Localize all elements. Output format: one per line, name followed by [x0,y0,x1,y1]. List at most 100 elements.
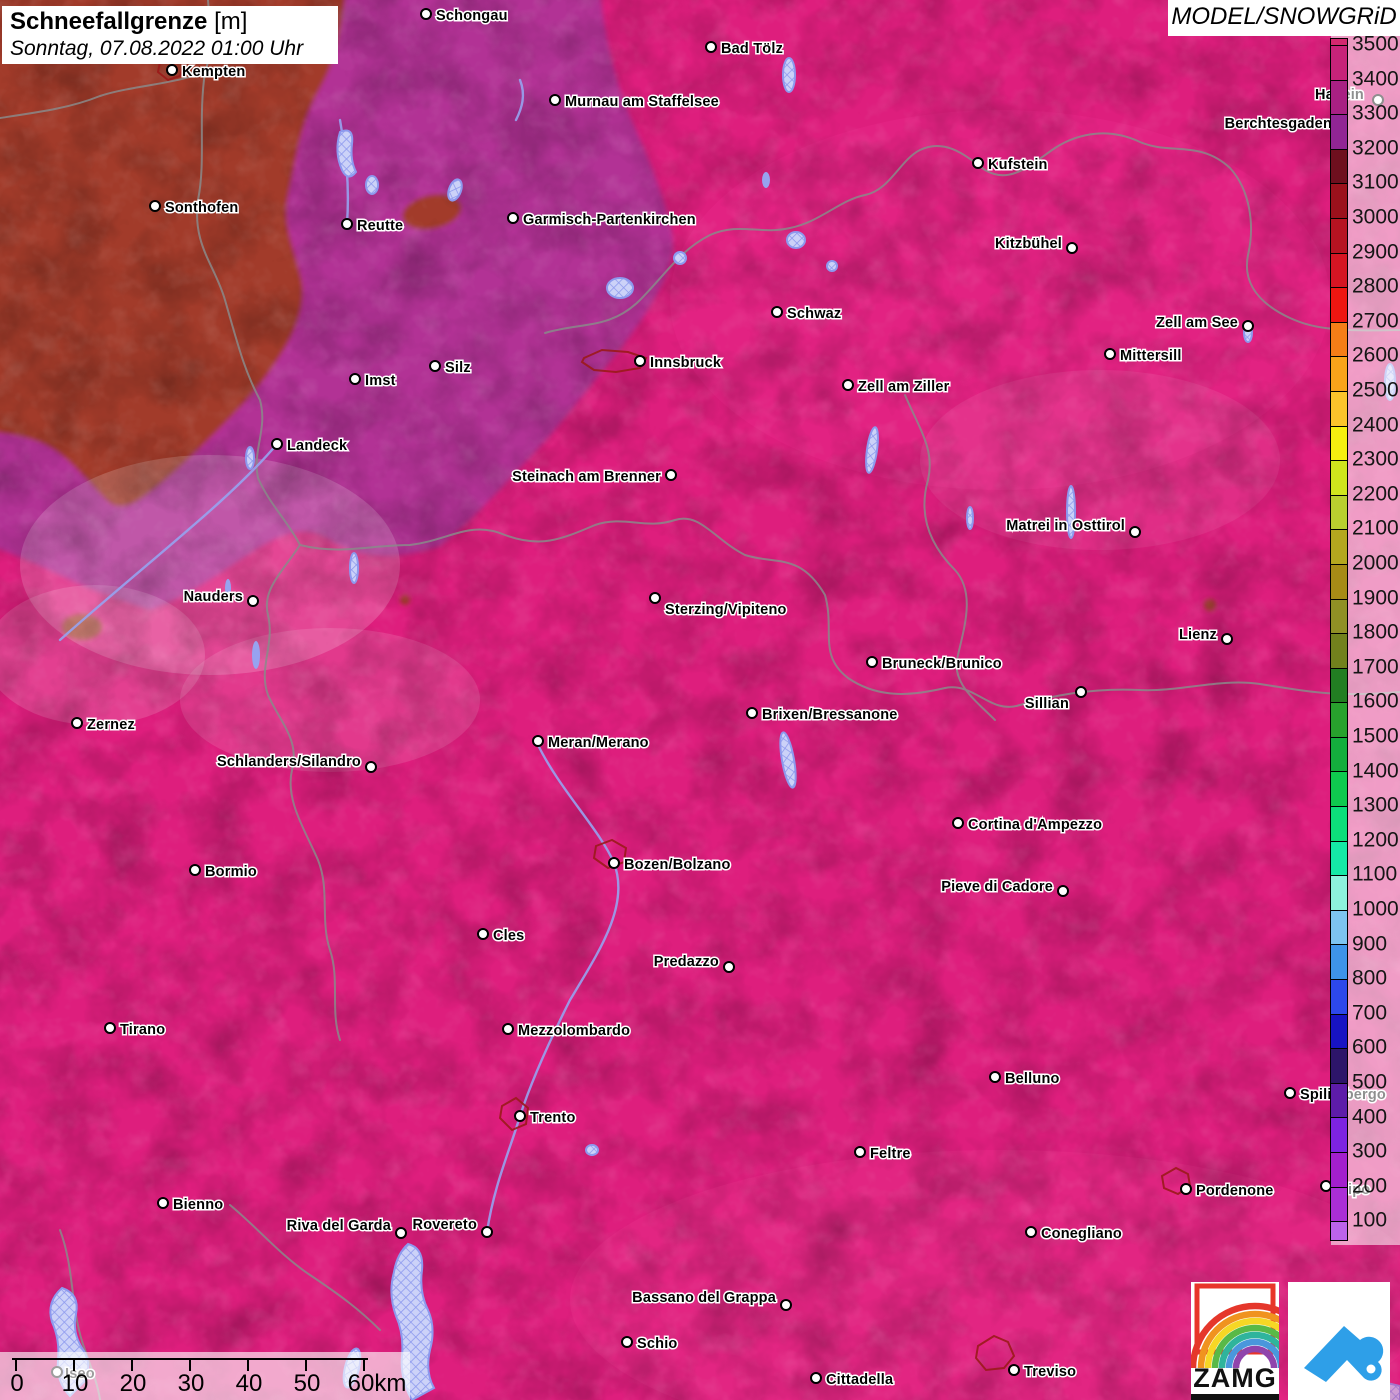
city-dot [248,596,258,606]
colorbar-value: 3100 [1352,171,1399,195]
snowline-colorbar [1330,38,1348,1241]
city-label: Imst [365,373,396,389]
city-label: Schio [637,1336,677,1352]
city-dot [666,470,676,480]
map-title-box: Schneefallgrenze [m] Sonntag, 07.08.2022… [2,6,338,64]
colorbar-swatch [1331,45,1347,80]
city-dot [72,718,82,728]
colorbar-value: 300 [1352,1140,1387,1164]
colorbar-swatch [1331,806,1347,841]
city-label: Zell am Ziller [858,379,950,395]
colorbar-value: 2900 [1352,240,1399,264]
city-label: Reutte [357,218,403,234]
city-dot [1130,527,1140,537]
scalebar-label: 10 [62,1370,89,1398]
city-label: Meran/Merano [548,735,649,751]
city-label: Lienz [1179,627,1217,643]
colorbar-swatch [1331,391,1347,426]
city-dot [503,1024,513,1034]
colorbar-swatch [1331,1117,1347,1152]
city-dot [855,1147,865,1157]
colorbar-value: 1600 [1352,690,1399,714]
colorbar-value: 200 [1352,1174,1387,1198]
colorbar-value: 3500 [1352,33,1399,57]
lake [607,278,633,298]
city-label: Kufstein [988,157,1048,173]
city-dot [811,1373,821,1383]
city-label: Feltre [870,1146,911,1162]
lake [783,58,795,92]
city-dot [772,307,782,317]
colorbar-value: 1800 [1352,621,1399,645]
colorbar-value: 800 [1352,967,1387,991]
city-dot [706,42,716,52]
city-dot [781,1300,791,1310]
lake [366,176,378,194]
city-dot [1285,1088,1295,1098]
city-label: Nauders [184,589,243,605]
city-dot [622,1337,632,1347]
city-dot [478,929,488,939]
city-dot [150,201,160,211]
city-dot [990,1072,1000,1082]
city-label: Schongau [436,8,508,24]
city-dot [843,380,853,390]
colorbar-value: 2800 [1352,275,1399,299]
map-subtitle: Sonntag, 07.08.2022 01:00 Uhr [10,36,330,62]
city-label: Matrei in Osttirol [1006,518,1125,534]
colorbar-value: 1700 [1352,655,1399,679]
colorbar-value: 2100 [1352,517,1399,541]
colorbar-swatch [1331,460,1347,495]
city-label: Pieve di Cadore [941,879,1053,895]
city-label: Bormio [205,864,257,880]
city-label: Tirano [120,1022,165,1038]
city-label: Steinach am Brenner [512,469,661,485]
colorbar-value: 400 [1352,1105,1387,1129]
colorbar-value: 1300 [1352,794,1399,818]
snowline-map: SchongauBad TölzKemptenMurnau am Staffel… [0,0,1400,1400]
colorbar-value: 2300 [1352,448,1399,472]
city-label: Schlanders/Silandro [217,754,361,770]
city-dot [550,95,560,105]
colorbar-swatch [1331,1187,1347,1222]
city-label: Bienno [173,1197,223,1213]
colorbar-swatch [1331,322,1347,357]
colorbar-swatch [1331,287,1347,322]
glacier [350,553,358,583]
distance-scalebar: 0102030405060km [0,1352,410,1400]
colorbar-value: 2700 [1352,309,1399,333]
city-label: Innsbruck [650,355,722,371]
city-label: Cles [493,928,524,944]
scalebar-label: 20 [120,1370,147,1398]
colorbar-tick-labels: 3500340033003200310030002900280027002600… [1352,0,1400,1260]
city-dot [396,1228,406,1238]
city-label: Kitzbühel [995,236,1062,252]
city-label: Pordenone [1196,1183,1274,1199]
colorbar-swatch [1331,1152,1347,1187]
scalebar-label: 0 [10,1370,23,1398]
city-label: Predazzo [654,954,719,970]
city-label: Zernez [87,717,135,733]
zamg-wordmark: ZAMG [1191,1363,1279,1394]
colorbar-swatch [1331,218,1347,253]
colorbar-swatch [1331,253,1347,288]
city-dot [1105,349,1115,359]
colorbar-swatch [1331,495,1347,530]
title-unit: [m] [214,8,247,35]
city-label: Silz [445,360,471,376]
zamg-logo: ZAMG [1191,1282,1279,1400]
weather-map-screen: SchongauBad TölzKemptenMurnau am Staffel… [0,0,1400,1400]
city-label: Sterzing/Vipiteno [665,602,787,618]
colorbar-swatch [1331,910,1347,945]
city-dot [533,736,543,746]
city-dot [724,962,734,972]
city-label: Bozen/Bolzano [624,857,731,873]
mountain-cloud-icon [1288,1282,1390,1400]
colorbar-swatch [1331,875,1347,910]
city-label: Berchtesgaden [1225,116,1332,132]
colorbar-swatch [1331,1221,1347,1240]
colorbar-value: 2400 [1352,413,1399,437]
scalebar-label: 50 [294,1370,321,1398]
city-label: Bruneck/Brunico [882,656,1002,672]
colorbar-swatch [1331,771,1347,806]
